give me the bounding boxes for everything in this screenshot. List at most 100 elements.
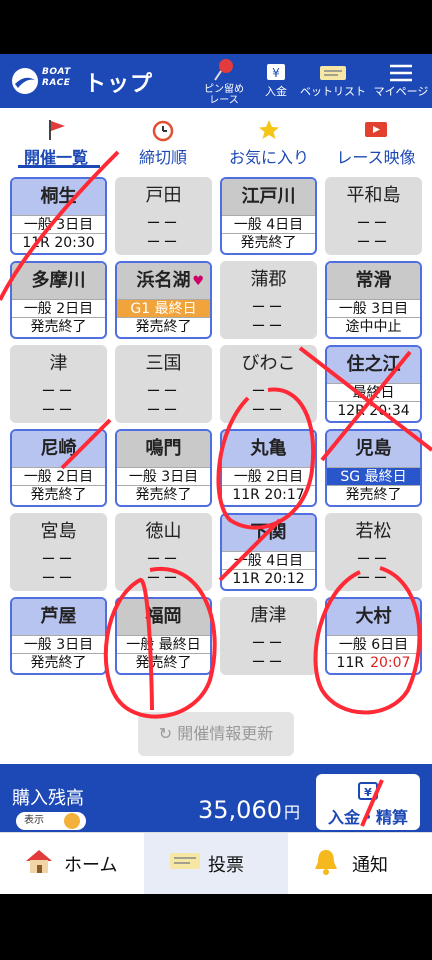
venue-name: 住之江 bbox=[327, 347, 420, 383]
venue-card[interactable]: 下関 一般 4日目 11R 20:12 bbox=[220, 513, 317, 591]
venue-status: ーー bbox=[10, 570, 107, 589]
venue-status-text: ーー bbox=[146, 235, 181, 251]
venue-card[interactable]: 福岡 一般 最終日 発売終了 bbox=[115, 597, 212, 675]
venue-card[interactable]: 丸亀 一般 2日目 11R 20:17 bbox=[220, 429, 317, 507]
ticket-icon bbox=[320, 66, 346, 80]
venue-grade-day: ーー bbox=[251, 300, 286, 316]
venue-card[interactable]: 三国 ーー ーー bbox=[115, 345, 212, 423]
venue-status: 発売終了 bbox=[117, 486, 210, 505]
venue-card[interactable]: 常滑 一般 3日目 途中中止 bbox=[325, 261, 422, 339]
tab-race-video[interactable]: レース映像 bbox=[326, 108, 426, 172]
my-page-label: マイページ bbox=[373, 85, 429, 98]
venue-grid: 桐生 一般 3日目 11R 20:30 戸田 ーー ーー 江戸川 一般 4日目 発売終了 平和島ー… bbox=[0, 172, 432, 764]
toggle-knob[interactable] bbox=[64, 813, 80, 829]
venue-status: 発売終了 bbox=[222, 234, 315, 253]
venue-card[interactable]: 津ーー ーー bbox=[10, 345, 107, 423]
venue-name: 三国 bbox=[145, 353, 182, 374]
venue-grade-day: SG 最終日 bbox=[327, 467, 420, 486]
bet-list-label: ベットリスト bbox=[300, 85, 366, 98]
bottom-navigation: ホーム 投票 通知 bbox=[0, 832, 432, 895]
venue-name: 徳山 bbox=[145, 521, 182, 542]
venue-status-text: ーー bbox=[356, 571, 391, 587]
venue-grade-day: 最終日 bbox=[327, 383, 420, 402]
venue-status-text: 12R 20:34 bbox=[337, 403, 410, 419]
pinned-races-button[interactable]: ピン留め レース bbox=[198, 58, 250, 106]
favorite-heart-icon[interactable]: ♥ bbox=[192, 274, 204, 289]
deposit-icon: ¥ bbox=[267, 64, 285, 80]
venue-status: ーー bbox=[220, 318, 317, 337]
venue-card[interactable]: 芦屋 一般 3日目 発売終了 bbox=[10, 597, 107, 675]
venue-card[interactable]: びわこ ーー ーー bbox=[220, 345, 317, 423]
nav-label: 投票 bbox=[208, 855, 244, 876]
venue-name: 常滑 bbox=[327, 263, 420, 299]
venue-status-text: ーー bbox=[251, 655, 286, 671]
bet-list-button[interactable]: ベットリスト bbox=[300, 62, 366, 110]
tab-schedule-list[interactable]: 開催一覧 bbox=[10, 108, 102, 172]
venue-name: 唐津 bbox=[250, 605, 287, 626]
venue-card[interactable]: 江戸川 一般 4日目 発売終了 bbox=[220, 177, 317, 255]
venue-name: 江戸川 bbox=[222, 179, 315, 215]
venue-card[interactable]: 大村 一般 6日目 11R 20:07 bbox=[325, 597, 422, 675]
venue-grade-day: ーー bbox=[251, 384, 286, 400]
deposit-icon: ¥ bbox=[358, 782, 378, 800]
venue-card[interactable]: 桐生 一般 3日目 11R 20:30 bbox=[10, 177, 107, 255]
my-page-button[interactable]: マイページ bbox=[372, 62, 430, 110]
venue-name: 蒲郡 bbox=[250, 269, 287, 290]
refresh-schedule-button[interactable]: ↻ 開催情報更新 bbox=[138, 712, 294, 756]
venue-grade-day: ーー bbox=[251, 636, 286, 652]
venue-name: 福岡 bbox=[117, 599, 210, 635]
house-icon bbox=[26, 850, 52, 873]
nav-notifications[interactable]: 通知 bbox=[288, 833, 432, 895]
pin-icon bbox=[214, 59, 233, 81]
venue-status-text: 途中中止 bbox=[345, 319, 402, 335]
venue-status: ーー bbox=[115, 234, 212, 253]
venue-status: ーー bbox=[325, 570, 422, 589]
venue-card[interactable]: 尼崎 一般 2日目 発売終了 bbox=[10, 429, 107, 507]
menu-icon bbox=[390, 64, 412, 82]
venue-card[interactable]: 宮島 ーー ーー bbox=[10, 513, 107, 591]
venue-grade-day: 一般 6日目 bbox=[327, 635, 420, 654]
tab-favorites[interactable]: お気に入り bbox=[222, 108, 316, 172]
venue-card[interactable]: 鳴門 一般 3日目 発売終了 bbox=[115, 429, 212, 507]
venue-status-text: 発売終了 bbox=[30, 655, 87, 671]
video-icon bbox=[365, 122, 387, 137]
venue-card[interactable]: 児島 SG 最終日 発売終了 bbox=[325, 429, 422, 507]
venue-status-text: ーー bbox=[251, 403, 286, 419]
venue-status: 11R 20:07 bbox=[327, 654, 420, 673]
venue-grade-day: 一般 3日目 bbox=[12, 635, 105, 654]
venue-grade-day: 一般 4日目 bbox=[222, 215, 315, 234]
page-title: トップ bbox=[84, 72, 154, 97]
nav-home[interactable]: ホーム bbox=[0, 833, 144, 895]
venue-card[interactable]: 浜名湖 ♥ G1 最終日 発売終了 bbox=[115, 261, 212, 339]
venue-name: 鳴門 bbox=[117, 431, 210, 467]
tab-deadline-order[interactable]: 締切順 bbox=[128, 108, 198, 172]
venue-deadline-time: 20:07 bbox=[370, 655, 411, 671]
venue-status: 発売終了 bbox=[117, 318, 210, 337]
deposit-header-button[interactable]: ¥ 入金 bbox=[256, 62, 296, 110]
venue-name: 尼崎 bbox=[12, 431, 105, 467]
logo-text: BOAT RACE bbox=[42, 67, 71, 89]
venue-grade-day: ーー bbox=[146, 384, 181, 400]
venue-card[interactable]: 若松 ーー ーー bbox=[325, 513, 422, 591]
venue-status: 発売終了 bbox=[12, 654, 105, 673]
logo-line1: BOAT bbox=[42, 67, 71, 77]
venue-card[interactable]: 唐津 ーー ーー bbox=[220, 597, 317, 675]
venue-status: ーー bbox=[220, 654, 317, 673]
venue-name: 児島 bbox=[327, 431, 420, 467]
venue-card[interactable]: 住之江 最終日 12R 20:34 bbox=[325, 345, 422, 423]
status-bar bbox=[0, 0, 432, 54]
venue-card[interactable]: 戸田 ーー ーー bbox=[115, 177, 212, 255]
venue-grade-day: ーー bbox=[146, 216, 181, 232]
venue-card[interactable]: 徳山 ーー ーー bbox=[115, 513, 212, 591]
venue-card[interactable]: 平和島 ーー ーー bbox=[325, 177, 422, 255]
nav-vote[interactable]: 投票 bbox=[144, 833, 288, 895]
balance-label: 購入残高 bbox=[12, 788, 84, 809]
balance-unit: 円 bbox=[283, 803, 300, 822]
deposit-settlement-button[interactable]: ¥ 入金・精算 bbox=[316, 774, 420, 830]
venue-card[interactable]: 蒲郡 ーー ーー bbox=[220, 261, 317, 339]
venue-grade-day: 一般 4日目 bbox=[222, 551, 315, 570]
venue-status-text: 発売終了 bbox=[30, 487, 87, 503]
boat-race-logo-icon bbox=[12, 68, 38, 94]
venue-card[interactable]: 多摩川 一般 2日目 発売終了 bbox=[10, 261, 107, 339]
venue-name: 大村 bbox=[327, 599, 420, 635]
